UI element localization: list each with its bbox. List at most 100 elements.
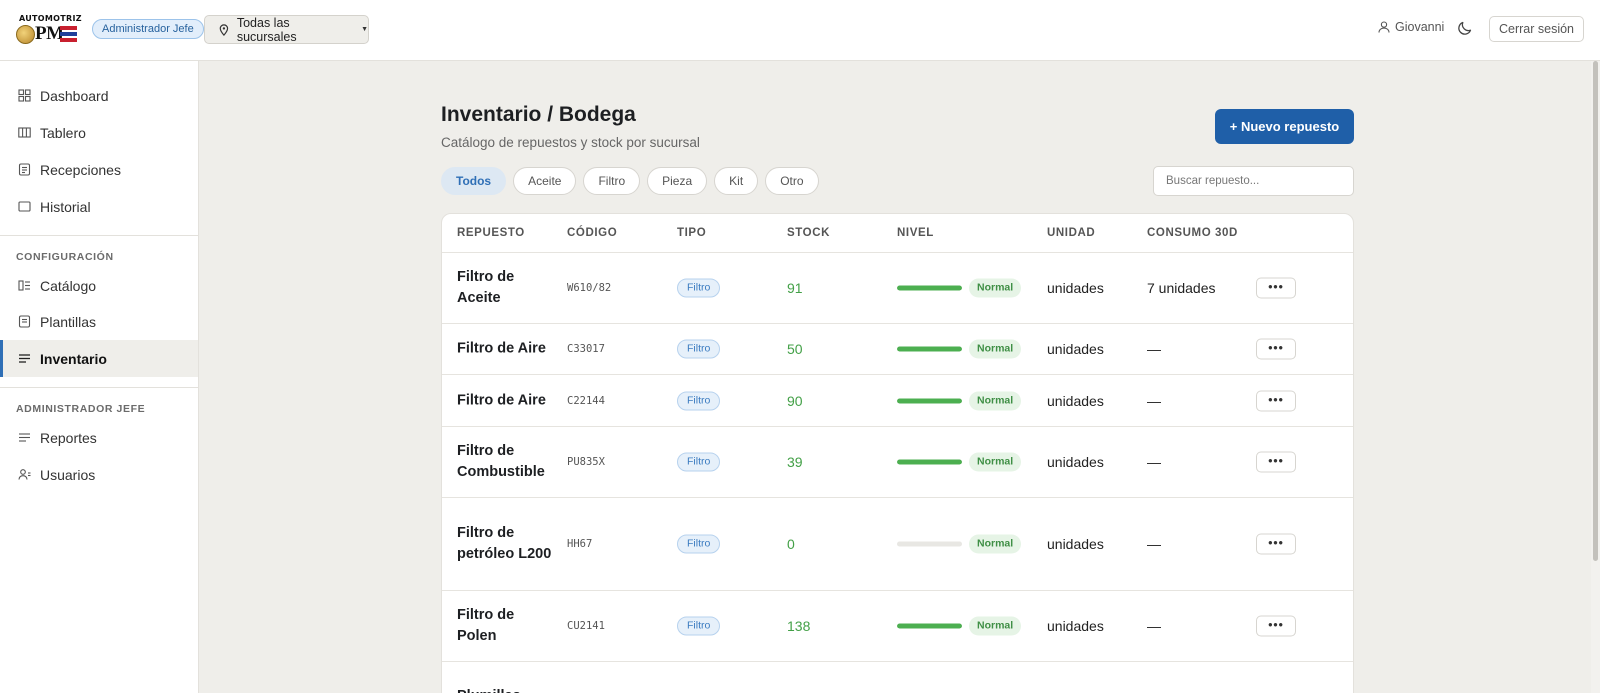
user-menu[interactable]: Giovanni [1378, 20, 1444, 34]
column-header-nivel[interactable]: NIVEL [897, 227, 934, 239]
sidebar-section-config: CONFIGURACIÓN [16, 251, 114, 263]
stock-value: 39 [787, 454, 803, 470]
table-row[interactable]: Filtro de Polen CU2141 Filtro 138 Normal unid… [442, 591, 1353, 662]
part-name: Filtro de Combustible [457, 443, 545, 480]
sidebar-item-plantillas[interactable]: Plantillas [0, 303, 198, 340]
sidebar-item-recepciones[interactable]: Recepciones [0, 151, 198, 188]
row-actions-button[interactable]: ••• [1256, 338, 1296, 360]
stock-value: 0 [787, 536, 795, 552]
sidebar-item-catalogo[interactable]: Catálogo [0, 267, 198, 304]
part-code: W610/82 [567, 282, 612, 294]
clipboard-icon [18, 163, 31, 176]
page-subtitle: Catálogo de repuestos y stock por sucurs… [441, 135, 700, 150]
row-actions-button[interactable]: ••• [1256, 615, 1296, 637]
row-actions-button[interactable]: ••• [1256, 390, 1296, 411]
column-header-repuesto[interactable]: REPUESTO [457, 227, 525, 239]
filter-chip-otro[interactable]: Otro [765, 167, 819, 195]
filter-chip-aceite[interactable]: Aceite [513, 167, 577, 195]
stock-level-badge: Normal [969, 278, 1022, 298]
sidebar-item-reportes[interactable]: Reportes [0, 419, 198, 456]
stock-level-fill [897, 459, 962, 465]
sidebar-item-label: Dashboard [40, 87, 109, 104]
part-name: Filtro de Aire [457, 340, 546, 357]
column-header-tipo[interactable]: TIPO [677, 227, 706, 239]
column-header-consumo[interactable]: CONSUMO 30D [1147, 227, 1238, 239]
brand-logo[interactable]: AUTOMOTRIZ PM [16, 14, 82, 44]
brand-name-top: AUTOMOTRIZ [19, 14, 82, 23]
table-row[interactable]: Filtro de Aceite W610/82 Filtro 91 Normal uni… [442, 253, 1353, 324]
stock-level-bar [897, 541, 962, 547]
unit-value: unidades [1047, 341, 1104, 357]
role-badge: Administrador Jefe [92, 19, 204, 39]
moon-icon[interactable] [1457, 20, 1473, 36]
sidebar-item-usuarios[interactable]: Usuarios [0, 456, 198, 493]
catalog-icon [18, 280, 30, 291]
table-row[interactable]: Filtro de Aire C22144 Filtro 90 Normal unidad… [442, 375, 1353, 427]
sidebar-item-tablero[interactable]: Tablero [0, 114, 198, 151]
filter-chip-todos[interactable]: Todos [441, 167, 507, 195]
column-header-codigo[interactable]: CÓDIGO [567, 227, 617, 239]
part-code: C22144 [567, 394, 605, 407]
unit-value: unidades [1047, 618, 1104, 634]
stock-level-fill [897, 398, 962, 403]
row-actions-button[interactable]: ••• [1256, 451, 1296, 473]
part-name: Filtro de Aceite [457, 269, 515, 306]
unit-value: unidades [1047, 392, 1104, 409]
stock-level-badge: Normal [969, 534, 1022, 554]
part-type-badge: Filtro [677, 616, 721, 636]
part-code: C33017 [567, 343, 605, 355]
unit-value: unidades [1047, 536, 1104, 552]
map-pin-icon [219, 23, 229, 36]
column-header-unidad[interactable]: UNIDAD [1047, 227, 1095, 239]
stock-level-badge: Normal [969, 339, 1022, 359]
table-row[interactable]: Plumillas [442, 662, 1353, 693]
consumption-30d: — [1147, 536, 1161, 552]
part-code: PU835X [567, 456, 605, 468]
branch-select[interactable]: Todas las sucursales ▼ [204, 15, 369, 44]
column-header-stock[interactable]: STOCK [787, 227, 830, 239]
sidebar-item-inventario[interactable]: Inventario [0, 340, 198, 377]
row-actions-button[interactable]: ••• [1256, 277, 1296, 299]
filter-chip-kit[interactable]: Kit [714, 167, 759, 195]
sidebar-item-label: Usuarios [40, 466, 96, 483]
stock-value: 138 [787, 618, 811, 634]
users-icon [18, 469, 31, 480]
row-actions-button[interactable]: ••• [1256, 533, 1296, 555]
stock-level-bar [897, 459, 962, 465]
template-icon [18, 315, 31, 328]
sidebar-item-historial[interactable]: Historial [0, 188, 198, 225]
part-type-badge: Filtro [677, 452, 721, 472]
new-part-button[interactable]: + Nuevo repuesto [1215, 109, 1354, 144]
part-name: Filtro de Aire [457, 392, 546, 408]
stock-level-badge: Normal [969, 452, 1022, 472]
part-type-badge: Filtro [677, 534, 721, 554]
sidebar-item-label: Historial [40, 198, 91, 215]
square-icon [18, 201, 31, 212]
sidebar-divider [0, 235, 198, 236]
table-row[interactable]: Filtro de Combustible PU835X Filtro 39 Norma… [442, 427, 1353, 498]
unit-value: unidades [1047, 280, 1104, 296]
coin-icon [16, 25, 35, 44]
stock-value: 90 [787, 392, 803, 409]
search-input[interactable] [1153, 166, 1354, 196]
scrollbar-thumb[interactable] [1593, 61, 1598, 561]
table-row[interactable]: Filtro de petróleo L200 HH67 Filtro 0 Normal… [442, 498, 1353, 591]
part-type-badge: Filtro [677, 278, 721, 298]
sidebar-divider [0, 387, 198, 388]
page-scrollbar[interactable] [1591, 61, 1600, 693]
filter-chip-pieza[interactable]: Pieza [647, 167, 708, 195]
inventory-table: REPUESTO CÓDIGO TIPO STOCK NIVEL UNIDAD … [441, 213, 1354, 693]
stock-level-badge: Normal [969, 391, 1022, 410]
consumption-30d: — [1147, 341, 1161, 357]
stock-value: 91 [787, 280, 803, 296]
consumption-30d: — [1147, 392, 1161, 409]
sidebar-item-dashboard[interactable]: Dashboard [0, 77, 198, 114]
part-code: HH67 [567, 538, 593, 550]
part-name: Filtro de petróleo L200 [457, 525, 552, 562]
consumption-30d: — [1147, 454, 1161, 470]
logout-button[interactable]: Cerrar sesión [1489, 16, 1584, 42]
user-icon [1378, 21, 1390, 33]
filter-chip-filtro[interactable]: Filtro [583, 167, 641, 195]
user-name: Giovanni [1395, 20, 1445, 34]
table-row[interactable]: Filtro de Aire C33017 Filtro 50 Normal unidad… [442, 324, 1353, 375]
